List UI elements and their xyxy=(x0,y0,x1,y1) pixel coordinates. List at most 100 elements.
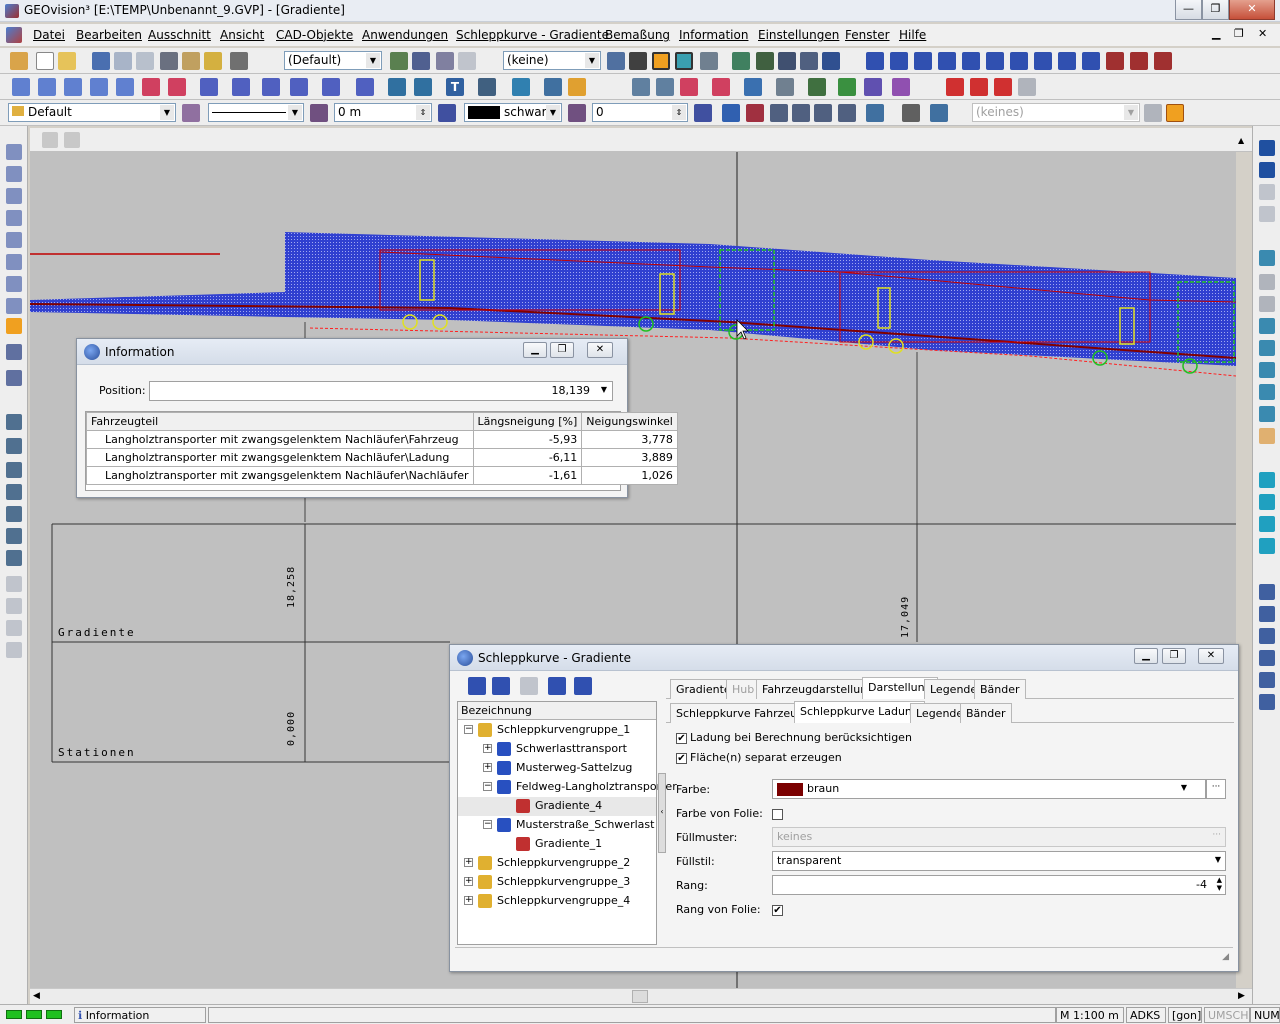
select-4-icon[interactable] xyxy=(1259,650,1275,666)
menu-cad-objekte[interactable]: CAD-Objekte xyxy=(276,28,353,42)
layer-tool-icon[interactable] xyxy=(390,52,408,70)
attr-4-icon[interactable] xyxy=(792,104,810,122)
tool-17-icon[interactable] xyxy=(6,550,22,566)
menu-ausschnitt[interactable]: Ausschnitt xyxy=(148,28,211,42)
menu-einstellungen[interactable]: Einstellungen xyxy=(758,28,839,42)
pen-icon[interactable] xyxy=(10,52,28,70)
select-frame-icon[interactable] xyxy=(732,52,750,70)
refresh-icon[interactable] xyxy=(800,52,818,70)
info-close-button[interactable]: ✕ xyxy=(587,342,613,358)
hand-pan-icon[interactable] xyxy=(1259,428,1275,444)
draw-circle-icon[interactable] xyxy=(200,78,218,96)
layer-off-icon[interactable] xyxy=(458,52,476,70)
draw-curve-icon[interactable] xyxy=(116,78,134,96)
snap-off-icon[interactable] xyxy=(607,52,625,70)
zoom-in-icon[interactable] xyxy=(1259,250,1275,266)
style-dropdown[interactable]: Default ▼ xyxy=(8,103,176,122)
width-icon[interactable] xyxy=(438,104,456,122)
close-button[interactable]: ✕ xyxy=(1229,0,1275,20)
color-icon[interactable] xyxy=(568,104,586,122)
collapse-icon[interactable]: − xyxy=(483,782,492,791)
farbe-folie-checkbox[interactable] xyxy=(772,809,783,820)
info-1-icon[interactable] xyxy=(866,52,884,70)
edit-copy-icon[interactable] xyxy=(656,78,674,96)
save-all-icon[interactable] xyxy=(136,52,154,70)
expand-icon[interactable]: + xyxy=(483,763,492,772)
draw-offset-icon[interactable] xyxy=(290,78,308,96)
collapse-icon[interactable]: − xyxy=(483,820,492,829)
edit-extend-icon[interactable] xyxy=(808,78,826,96)
info-4-icon[interactable] xyxy=(938,52,956,70)
grid-snap-icon[interactable] xyxy=(700,52,718,70)
tool-5-icon[interactable] xyxy=(6,232,22,248)
text-tool-icon[interactable]: T xyxy=(446,78,464,96)
attr-6-icon[interactable] xyxy=(838,104,856,122)
view-next-icon[interactable] xyxy=(64,132,80,148)
check-ladung-checkbox[interactable]: ✔ xyxy=(676,733,687,744)
tool-6-icon[interactable] xyxy=(6,254,22,270)
object-dropdown[interactable]: (keine) ▼ xyxy=(503,51,601,70)
view-3d-3-icon[interactable] xyxy=(1259,516,1275,532)
farbe-arrow-icon[interactable]: ▼ xyxy=(1181,783,1187,792)
tree-refresh-icon[interactable] xyxy=(548,677,566,695)
tool-16-icon[interactable] xyxy=(6,528,22,544)
zoom-all-icon[interactable] xyxy=(1259,340,1275,356)
edit-trim-icon[interactable] xyxy=(776,78,794,96)
collapse-icon[interactable]: − xyxy=(464,725,473,734)
tool-9-icon[interactable] xyxy=(6,344,22,360)
save-icon[interactable] xyxy=(114,52,132,70)
column-neigungswinkel[interactable]: Neigungswinkel xyxy=(581,412,678,431)
attr-8-icon[interactable] xyxy=(902,104,920,122)
tree-item[interactable]: + Schleppkurvengruppe_3 xyxy=(458,873,656,892)
frame-teal-icon[interactable] xyxy=(675,52,693,70)
snap-cross-icon[interactable] xyxy=(629,52,647,70)
attr-1-icon[interactable] xyxy=(722,104,740,122)
angle-icon[interactable] xyxy=(694,104,712,122)
draw-symbol-icon[interactable] xyxy=(388,78,406,96)
menu-information[interactable]: Information xyxy=(679,28,748,42)
tree-header[interactable]: Bezeichnung xyxy=(458,702,656,720)
zoom-window-icon[interactable] xyxy=(756,52,774,70)
select-5-icon[interactable] xyxy=(1259,672,1275,688)
menu-bearbeiten[interactable]: Bearbeiten xyxy=(76,28,142,42)
nav-up-icon[interactable] xyxy=(1259,162,1275,178)
menu-ansicht[interactable]: Ansicht xyxy=(220,28,264,42)
draw-freehand-icon[interactable] xyxy=(262,78,280,96)
minimize-button[interactable]: — xyxy=(1175,0,1202,20)
mdi-close-icon[interactable]: ✕ xyxy=(1258,27,1267,40)
table-row[interactable]: Langholztransporter mit zwangsgelenktem … xyxy=(86,448,678,467)
tree-item[interactable]: − Feldweg-Langholztransporter xyxy=(458,778,677,797)
copy-icon[interactable] xyxy=(160,52,178,70)
network-icon[interactable] xyxy=(544,78,562,96)
linetype-icon[interactable] xyxy=(310,104,328,122)
attr-7-icon[interactable] xyxy=(866,104,884,122)
expand-icon[interactable]: + xyxy=(464,896,473,905)
subtab-fahrzeug[interactable]: Schleppkurve Fahrzeug xyxy=(670,703,811,723)
tool-8-icon[interactable] xyxy=(6,298,22,314)
select-1-icon[interactable] xyxy=(1259,584,1275,600)
expand-icon[interactable]: + xyxy=(464,858,473,867)
tab-baender[interactable]: Bänder xyxy=(974,679,1026,699)
scroll-up-icon[interactable]: ▲ xyxy=(1238,136,1244,145)
info-2-icon[interactable] xyxy=(890,52,908,70)
document-icon[interactable] xyxy=(6,27,22,43)
tool-1-icon[interactable] xyxy=(6,144,22,160)
tool-7-icon[interactable] xyxy=(6,276,22,292)
rang-folie-checkbox[interactable]: ✔ xyxy=(772,905,783,916)
layer-manage-icon[interactable] xyxy=(436,52,454,70)
subtab-ladung[interactable]: Schleppkurve Ladung xyxy=(794,701,925,723)
view-icon[interactable] xyxy=(822,52,840,70)
clipboard-icon[interactable] xyxy=(204,52,222,70)
box-icon[interactable] xyxy=(568,78,586,96)
column-laengsneigung[interactable]: Längsneigung [%] xyxy=(472,412,583,431)
sk-maximize-button[interactable]: ❐ xyxy=(1162,648,1186,664)
tree-item[interactable]: + Schleppkurvengruppe_4 xyxy=(458,892,656,911)
tree-item[interactable]: − Musterstraße_Schwerlast xyxy=(458,816,656,835)
tool-15-icon[interactable] xyxy=(6,506,22,522)
tool-11-icon[interactable] xyxy=(6,414,22,430)
status-adks[interactable]: ADKS xyxy=(1126,1007,1166,1023)
resize-grip-icon[interactable]: ◢ xyxy=(1222,952,1229,962)
tree-item[interactable]: Gradiente_4 xyxy=(458,797,656,816)
view-3d-2-icon[interactable] xyxy=(1259,494,1275,510)
nav-down-icon[interactable] xyxy=(1259,140,1275,156)
